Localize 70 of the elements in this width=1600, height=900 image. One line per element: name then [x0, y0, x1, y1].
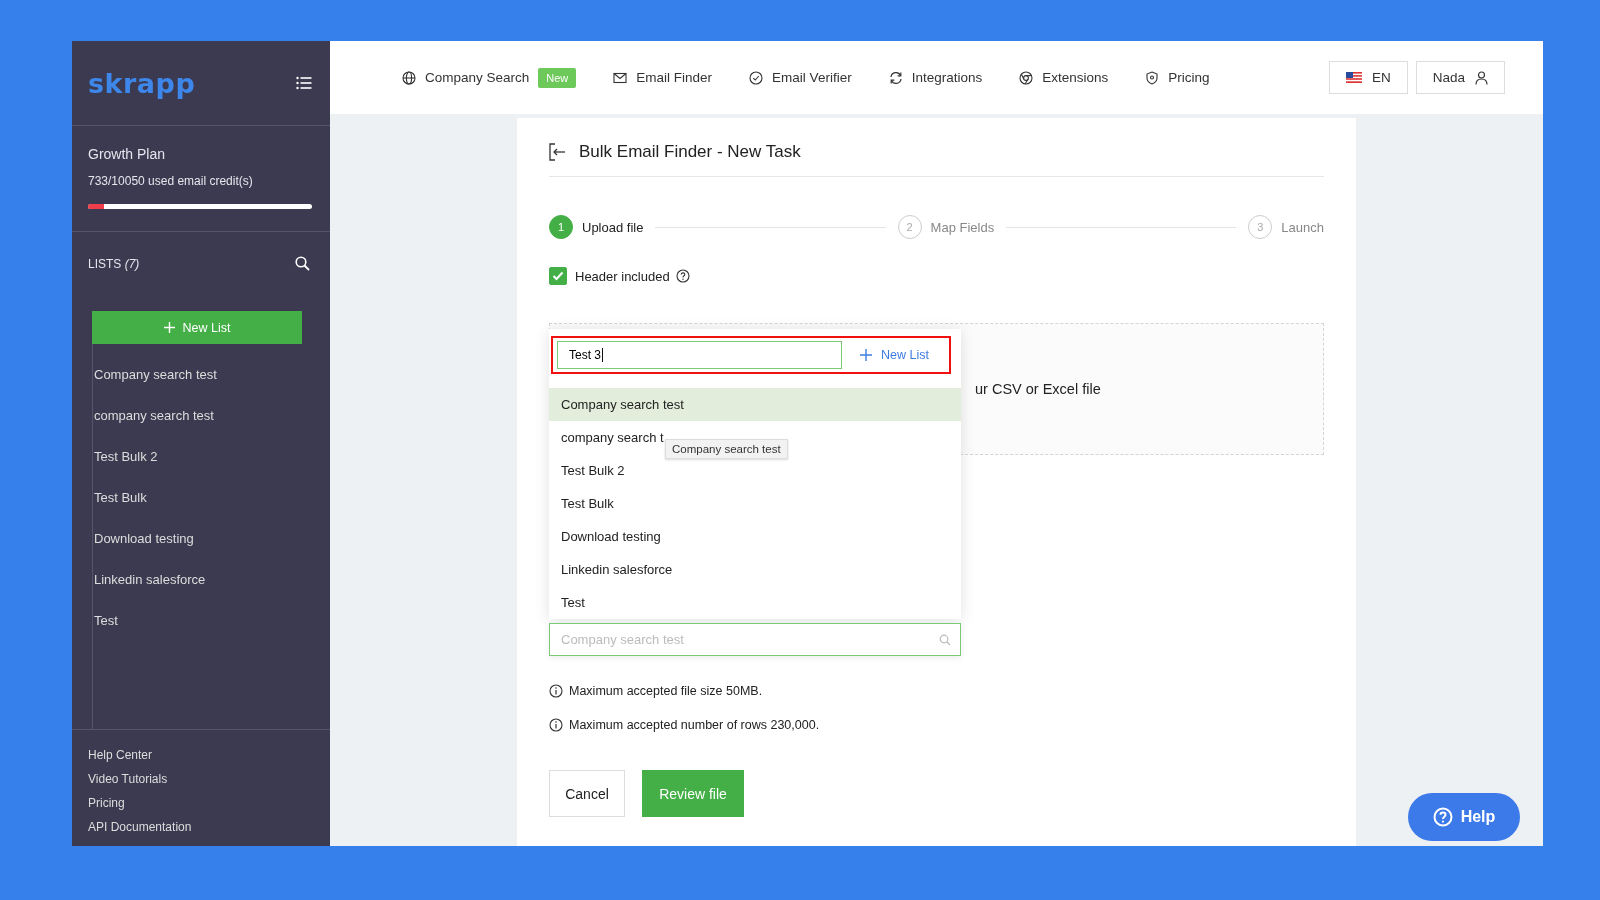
step-number: 1: [549, 215, 573, 239]
new-list-input[interactable]: Test 3: [557, 341, 842, 369]
sidebar-list-item[interactable]: Test Bulk: [93, 477, 314, 518]
sidebar-link[interactable]: Pricing: [88, 796, 314, 810]
dropzone-text: ur CSV or Excel file: [975, 381, 1101, 397]
cancel-button[interactable]: Cancel: [549, 770, 625, 817]
language-button[interactable]: EN: [1328, 61, 1408, 94]
sidebar-link[interactable]: API Documentation: [88, 820, 314, 834]
step-label: Upload file: [582, 219, 644, 235]
sidebar-list-item[interactable]: Download testing: [93, 518, 314, 559]
flag-icon: [1345, 72, 1362, 83]
nav-label: Email Finder: [636, 70, 713, 85]
lists-heading: LISTS (7): [88, 256, 140, 271]
dropdown-option[interactable]: Test: [549, 586, 591, 619]
plus-icon: [860, 349, 872, 361]
input-value: Test 3: [569, 348, 601, 362]
nav-link[interactable]: Extensions: [1019, 70, 1109, 85]
credits-text: 733/10050 used email credit(s): [88, 174, 254, 188]
nav-label: Email Verifier: [772, 70, 852, 85]
sidebar-list-item[interactable]: Test: [93, 600, 314, 641]
note-text: Maximum accepted number of rows 230,000.: [569, 718, 820, 732]
dropdown-option[interactable]: Download testing: [549, 520, 667, 553]
nav-link[interactable]: Company Search New: [402, 67, 577, 88]
sidebar-link[interactable]: Video Tutorials: [88, 772, 314, 786]
menu-icon[interactable]: [296, 76, 312, 90]
question-icon: [1432, 807, 1453, 827]
dropdown-option[interactable]: Test Bulk: [549, 487, 620, 520]
search-icon[interactable]: [295, 256, 310, 271]
refresh-icon: [888, 70, 903, 85]
step-label: Map Fields: [930, 219, 995, 235]
note-text: Maximum accepted file size 50MB.: [569, 684, 763, 698]
checkbox-label: Header included: [575, 268, 670, 284]
add-new-list-button[interactable]: New List: [854, 347, 935, 363]
search-icon: [939, 634, 951, 646]
tooltip: Company search test: [665, 439, 788, 459]
new-badge: New: [538, 67, 577, 88]
nav-label: Company Search: [425, 70, 530, 85]
dropdown-option[interactable]: Linkedin salesforce: [549, 553, 679, 586]
header-checkbox[interactable]: [549, 267, 567, 285]
user-button[interactable]: Nada: [1415, 61, 1505, 94]
nav-label: Extensions: [1042, 70, 1109, 85]
nav-link[interactable]: Email Finder: [613, 70, 713, 85]
sidebar-list-item[interactable]: company search test: [93, 395, 314, 436]
nav-label: Integrations: [911, 70, 983, 85]
page-title: Bulk Email Finder - New Task: [579, 142, 801, 162]
info-icon: [549, 684, 563, 698]
plan-name: Growth Plan: [88, 146, 167, 162]
step-label: Launch: [1281, 219, 1324, 235]
help-icon[interactable]: [675, 269, 690, 283]
check-circle-icon: [749, 70, 764, 85]
nav-link[interactable]: Email Verifier: [749, 70, 852, 85]
globe-icon: [402, 70, 416, 85]
envelope-icon: [613, 70, 628, 85]
list-select-field[interactable]: Company search test: [549, 623, 961, 656]
plus-icon: [163, 322, 175, 333]
help-button[interactable]: Help: [1408, 793, 1520, 841]
dropdown-option[interactable]: Company search test: [549, 388, 961, 421]
shield-icon: [1145, 70, 1160, 85]
nav-link[interactable]: Pricing: [1145, 70, 1210, 85]
sidebar-list-item[interactable]: Linkedin salesforce: [93, 559, 314, 600]
checkmark-icon: [552, 271, 564, 281]
sidebar-list-item[interactable]: Test Bulk 2: [93, 436, 314, 477]
info-icon: [549, 718, 563, 732]
dropdown-option[interactable]: Test Bulk 2: [549, 454, 631, 487]
browser-logo-icon: [1019, 70, 1034, 85]
nav-label: Pricing: [1168, 70, 1210, 85]
user-icon: [1475, 70, 1488, 85]
sidebar-link[interactable]: Help Center: [88, 748, 314, 762]
nav-link[interactable]: Integrations: [888, 70, 983, 85]
sidebar-list-item[interactable]: Company search test: [93, 354, 314, 395]
